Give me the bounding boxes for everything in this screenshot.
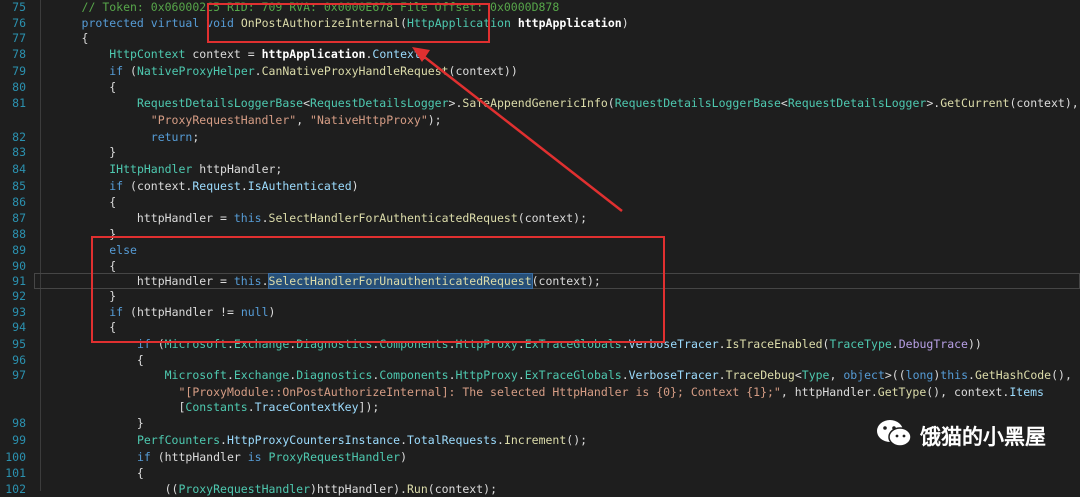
wechat-icon bbox=[876, 419, 912, 453]
watermark: 饿猫的小黑屋 bbox=[876, 419, 1046, 453]
annotation-arrow bbox=[412, 47, 623, 212]
watermark-text: 饿猫的小黑屋 bbox=[920, 425, 1046, 449]
code-editor[interactable]: 75 76 77 78 79 80 81 82 83 84 85 86 87 88 89 90 91 92 93 94… bbox=[0, 0, 1080, 496]
